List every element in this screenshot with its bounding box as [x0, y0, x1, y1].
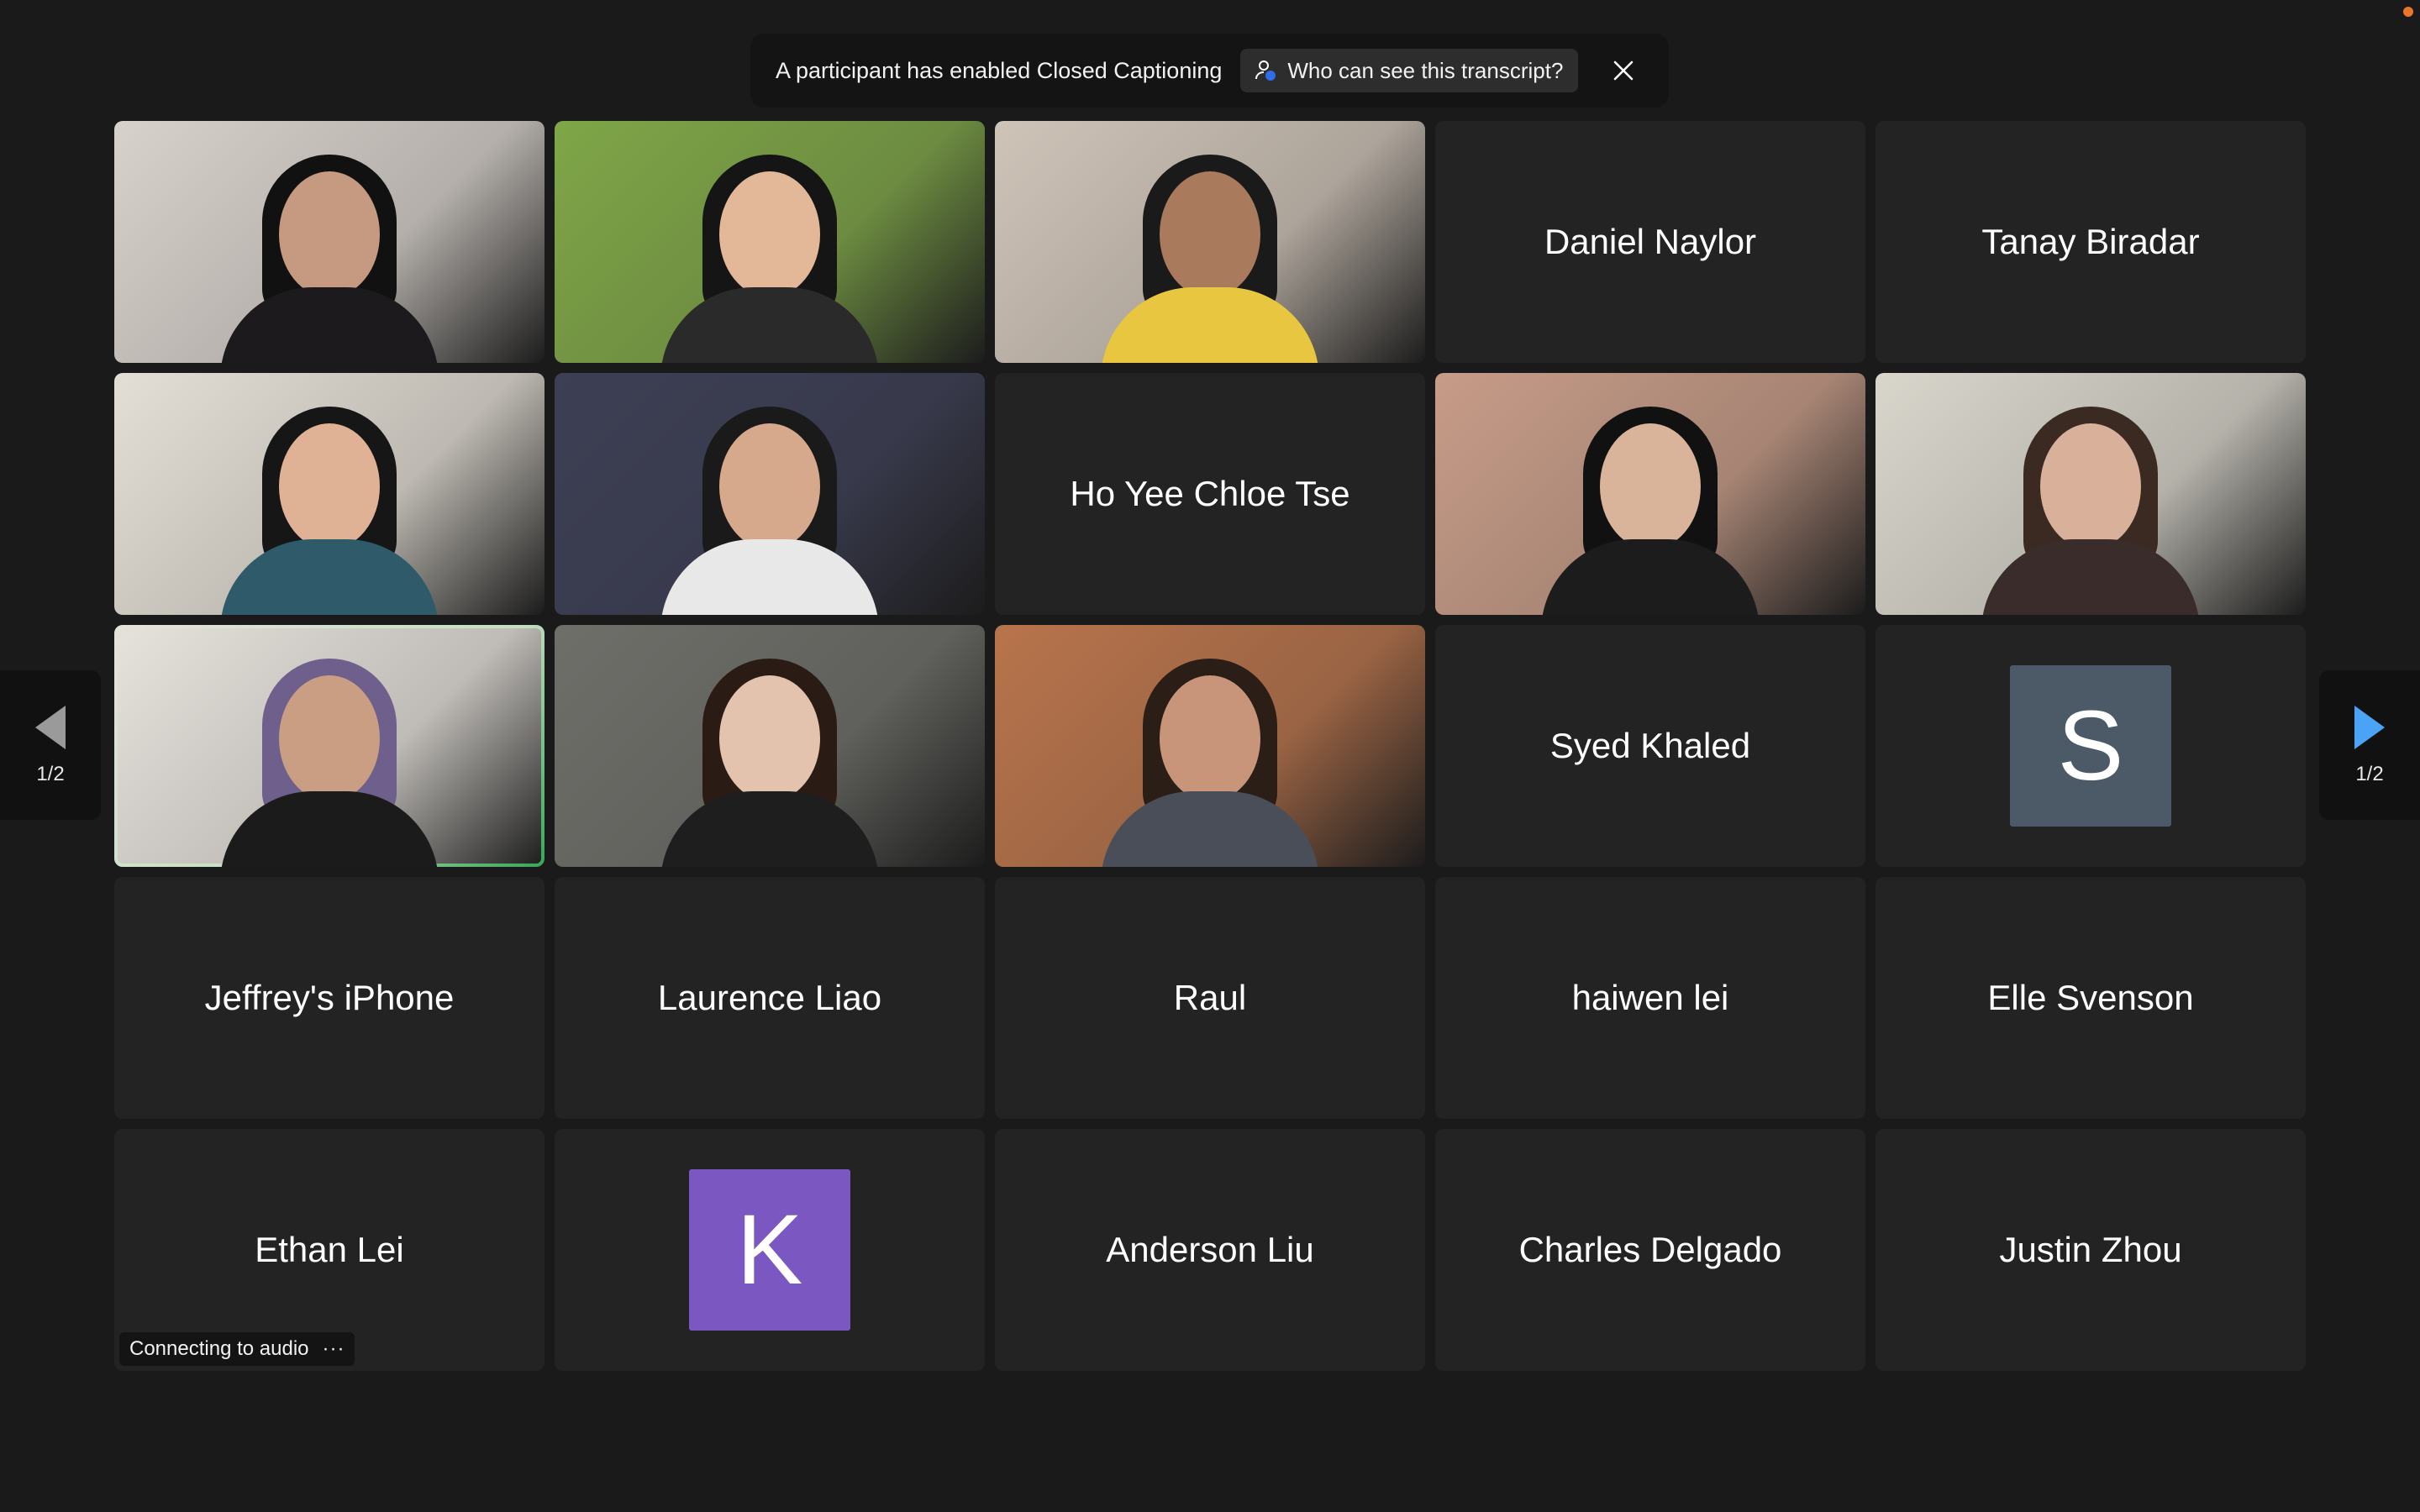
participant-tile[interactable]: Laurence Liao — [555, 877, 985, 1119]
participant-tile[interactable]: Tanay Biradar — [1876, 121, 2306, 363]
participant-name: Charles Delgado — [1518, 1230, 1782, 1269]
participant-name: Syed Khaled — [1549, 726, 1751, 765]
participant-tile[interactable] — [1435, 373, 1865, 615]
participant-name: Elle Svenson — [1987, 978, 2194, 1017]
participant-grid: Daniel Naylor Tanay Biradar Ho Yee Chloe T… — [114, 121, 2306, 1371]
participant-tile[interactable]: Raul — [995, 877, 1425, 1119]
banner-message: A participant has enabled Closed Caption… — [776, 57, 1223, 83]
participant-tile[interactable] — [1876, 373, 2306, 615]
participant-tile[interactable]: Daniel Naylor — [1435, 121, 1865, 363]
who-can-see-transcript-button[interactable]: Who can see this transcript? — [1240, 49, 1579, 92]
participant-tile[interactable] — [555, 373, 985, 615]
participant-name: Raul — [1173, 978, 1247, 1017]
participant-tile[interactable] — [995, 625, 1425, 867]
participant-tile[interactable]: Ho Yee Chloe Tse — [995, 373, 1425, 615]
participant-name: Tanay Biradar — [1981, 222, 2200, 261]
participant-tile[interactable]: haiwen lei — [1435, 877, 1865, 1119]
participant-tile[interactable] — [114, 625, 544, 867]
closed-caption-banner: A participant has enabled Closed Caption… — [750, 34, 1669, 108]
participant-avatar: S — [2010, 665, 2171, 827]
connecting-audio-badge: Connecting to audio ··· — [119, 1332, 355, 1366]
participant-tile[interactable]: Ethan Lei Connecting to audio ··· — [114, 1129, 544, 1371]
person-icon — [1255, 60, 1276, 81]
chevron-left-icon — [35, 706, 66, 749]
participant-name: haiwen lei — [1571, 978, 1729, 1017]
participant-tile[interactable]: S — [1876, 625, 2306, 867]
next-page-button[interactable]: 1/2 — [2319, 670, 2420, 820]
recording-indicator — [2403, 7, 2413, 17]
participant-name: Anderson Liu — [1106, 1230, 1314, 1269]
participant-video — [1876, 373, 2306, 615]
participant-video — [555, 373, 985, 615]
connection-status: Connecting to audio — [129, 1337, 309, 1360]
participant-tile[interactable]: K — [555, 1129, 985, 1371]
participant-tile[interactable]: Anderson Liu — [995, 1129, 1425, 1371]
page-indicator-left: 1/2 — [36, 763, 65, 785]
participant-tile[interactable] — [114, 121, 544, 363]
close-icon — [1613, 60, 1634, 81]
participant-tile[interactable] — [555, 121, 985, 363]
participant-name: Laurence Liao — [657, 978, 882, 1017]
participant-tile[interactable] — [114, 373, 544, 615]
participant-video — [1435, 373, 1865, 615]
participant-video — [995, 121, 1425, 363]
close-banner-button[interactable] — [1603, 50, 1644, 91]
participant-name: Jeffrey's iPhone — [204, 978, 455, 1017]
participant-name: Justin Zhou — [1999, 1230, 2182, 1269]
participant-name: Daniel Naylor — [1544, 222, 1757, 261]
participant-video — [555, 625, 985, 867]
participant-name: Ho Yee Chloe Tse — [1070, 474, 1350, 513]
page-indicator-right: 1/2 — [2355, 763, 2384, 785]
participant-video — [555, 121, 985, 363]
participant-tile[interactable] — [555, 625, 985, 867]
participant-tile[interactable] — [995, 121, 1425, 363]
participant-video — [114, 121, 544, 363]
more-options-icon[interactable]: ··· — [323, 1337, 345, 1361]
participant-video — [995, 625, 1425, 867]
who-can-see-label: Who can see this transcript? — [1287, 57, 1564, 83]
chevron-right-icon — [2354, 706, 2385, 749]
participant-avatar: K — [689, 1169, 850, 1331]
participant-tile[interactable]: Charles Delgado — [1435, 1129, 1865, 1371]
participant-tile[interactable]: Syed Khaled — [1435, 625, 1865, 867]
participant-tile[interactable]: Elle Svenson — [1876, 877, 2306, 1119]
participant-video — [114, 373, 544, 615]
previous-page-button[interactable]: 1/2 — [0, 670, 101, 820]
participant-video — [114, 625, 544, 867]
participant-tile[interactable]: Justin Zhou — [1876, 1129, 2306, 1371]
participant-name: Ethan Lei — [255, 1230, 404, 1269]
participant-tile[interactable]: Jeffrey's iPhone — [114, 877, 544, 1119]
